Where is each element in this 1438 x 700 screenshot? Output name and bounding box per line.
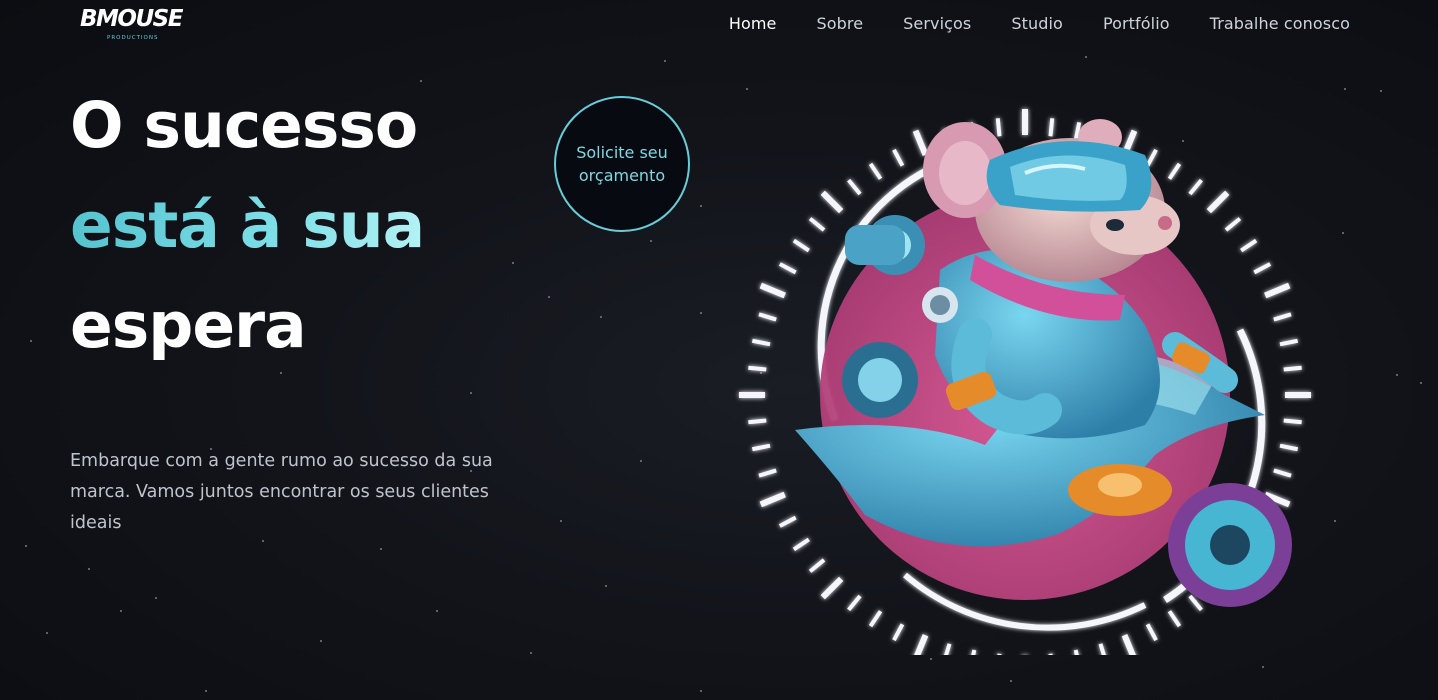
ring-tick [778,262,797,275]
ring-tick [1188,178,1203,196]
nav-link-trabalhe-conosco[interactable]: Trabalhe conosco [1210,14,1350,33]
ring-tick [748,418,767,425]
ring-tick [1283,365,1302,372]
ring-tick [1206,190,1230,214]
ring-tick [995,653,1002,672]
ring-tick [792,238,810,253]
ring-tick [792,537,810,552]
ring-tick [820,576,844,600]
ring-tick [847,594,862,612]
ring-tick [1279,338,1299,347]
ring-tick [1145,623,1158,642]
ring-tick [1073,649,1082,669]
ring-tick [892,148,905,167]
ring-tick [968,649,977,669]
hero-illustration [725,95,1335,681]
hero-headline: O sucesso está à sua espera [70,76,425,376]
ring-tick [748,365,767,372]
ring-tick [912,129,929,156]
ring-tick [1048,118,1055,137]
astronaut-mouse-illustration [739,109,1311,681]
ring-tick [751,338,771,347]
ring-tick [1264,282,1291,299]
logo-wordmark: BMOUSE [80,6,183,32]
hero-description: Embarque com a gente rumo ao sucesso da … [70,451,493,533]
ring-tick [868,610,883,628]
ring-tick [751,443,771,452]
nav-link-sobre[interactable]: Sobre [816,14,863,33]
ring-tick [868,162,883,180]
ring-tick [1167,162,1182,180]
ring-tick [808,558,826,573]
nav-link-portfolio[interactable]: Portfólio [1103,14,1170,33]
ring-tick [758,312,777,322]
hero-title-line-1: O sucesso [70,89,418,162]
request-quote-label: Solicite seu orçamento [576,143,668,185]
nav-link-servicos[interactable]: Serviços [903,14,971,33]
main-navigation: Home Sobre Serviços Studio Portfólio Tra… [729,14,1350,33]
ring-tick [912,634,929,661]
ring-tick [942,643,952,662]
nav-link-home[interactable]: Home [729,14,777,33]
ring-tick [1121,634,1138,661]
ring-tick [1167,610,1182,628]
hero-title-line-2-accent: está à sua [70,176,425,276]
ring-tick [759,491,786,508]
ring-tick [1253,262,1272,275]
hero-title-line-3: espera [70,289,307,362]
nav-link-studio[interactable]: Studio [1011,14,1063,33]
ring-tick [759,282,786,299]
ring-tick [892,623,905,642]
brand-logo[interactable]: BMOUSE PRODUCTIONS [80,6,186,46]
ring-tick [847,178,862,196]
ring-tick [1240,238,1258,253]
ring-tick [1048,653,1055,672]
ring-tick [1145,148,1158,167]
ring-tick [808,217,826,232]
ring-tick [1098,643,1108,662]
ring-tick [758,468,777,478]
ring-tick [1273,468,1292,478]
ring-tick [778,515,797,528]
ring-tick [1273,312,1292,322]
ring-tick [1224,217,1242,232]
ring-tick [1279,443,1299,452]
ring-tick [995,118,1002,137]
ring-tick [1283,418,1302,425]
ring-tick [820,190,844,214]
request-quote-button[interactable]: Solicite seu orçamento [554,96,690,232]
logo-subtitle: PRODUCTIONS [107,35,159,41]
